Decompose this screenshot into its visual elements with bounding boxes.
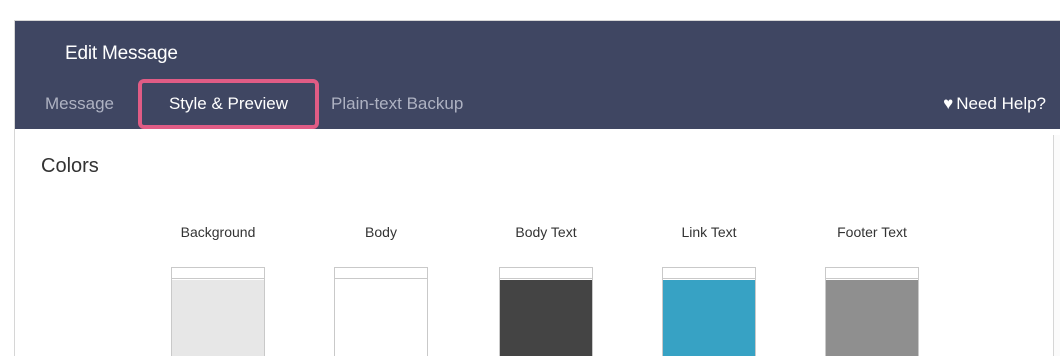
color-option-footer-text: Footer Text [807, 221, 937, 356]
swatch-fill [500, 280, 592, 356]
color-option-body: Body [316, 221, 446, 356]
swatch-label: Background [180, 224, 256, 240]
color-swatch-footer-text[interactable] [825, 267, 919, 356]
tab-plain-text-backup[interactable]: Plain-text Backup [331, 84, 463, 124]
swatch-header-bar [172, 268, 264, 279]
swatch-fill [335, 280, 427, 356]
swatch-header-bar [500, 268, 592, 279]
swatch-fill [172, 280, 264, 356]
modal-title: Edit Message [65, 43, 178, 64]
heart-icon: ♥ [943, 94, 954, 113]
swatch-label: Link Text [681, 224, 737, 240]
vertical-scrollbar[interactable] [1053, 135, 1060, 356]
color-swatch-link-text[interactable] [662, 267, 756, 356]
tab-message[interactable]: Message [45, 84, 114, 124]
color-option-body-text: Body Text [481, 221, 611, 356]
swatch-header-bar [826, 268, 918, 279]
color-swatch-body[interactable] [334, 267, 428, 356]
style-preview-panel: Colors Background Body Body Text Link Te… [15, 129, 1060, 356]
swatch-fill [826, 280, 918, 356]
modal-header: Edit Message Message Style & Preview Pla… [15, 21, 1060, 129]
swatch-label: Footer Text [837, 224, 907, 240]
swatch-label: Body [365, 224, 397, 240]
edit-message-modal: Edit Message Message Style & Preview Pla… [14, 20, 1060, 356]
section-title-colors: Colors [41, 155, 99, 177]
swatch-header-bar [335, 268, 427, 279]
swatch-fill [663, 280, 755, 356]
color-option-background: Background [153, 221, 283, 356]
color-swatch-background[interactable] [171, 267, 265, 356]
color-option-link-text: Link Text [644, 221, 774, 356]
need-help-label: Need Help? [956, 94, 1046, 113]
tab-style-preview[interactable]: Style & Preview [138, 79, 319, 129]
swatch-header-bar [663, 268, 755, 279]
need-help-link[interactable]: ♥ Need Help? [943, 84, 1046, 124]
color-swatch-body-text[interactable] [499, 267, 593, 356]
swatch-label: Body Text [515, 224, 577, 240]
